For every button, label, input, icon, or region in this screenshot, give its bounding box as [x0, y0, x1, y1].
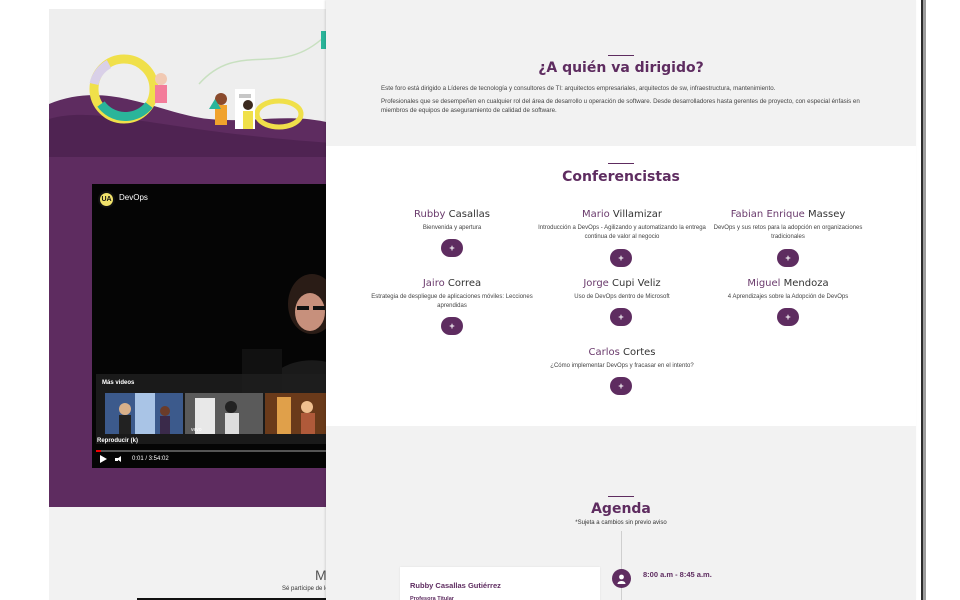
speaker-talk: Estrategia de despliegue de aplicaciones…: [371, 294, 533, 309]
speaker-talk: Introducción a DevOps - Agilizando y aut…: [538, 225, 706, 240]
speaker-card: Fabian Enrique Massey DevOps y sus retos…: [703, 209, 873, 242]
speaker-name[interactable]: Jorge Cupi Veliz: [537, 278, 707, 289]
speaker-talk: ¿Cómo implementar DevOps y fracasar en e…: [550, 363, 694, 369]
speaker-first-name: Miguel: [747, 278, 781, 289]
speaker-last-name: Casallas: [448, 209, 490, 220]
speaker-card: Rubby Casallas Bienvenida y apertura: [367, 209, 537, 233]
speaker-details-button[interactable]: +: [777, 308, 799, 326]
speaker-last-name: Correa: [447, 278, 482, 289]
video-thumbnail-2[interactable]: vevo: [185, 393, 263, 434]
video-thumbnail-3[interactable]: [265, 393, 332, 434]
audience-section: ¿A quién va dirigido? Este foro está dir…: [326, 0, 916, 146]
window-edge-shadow: [923, 0, 926, 600]
screenshot-stage: UA DevOps Más videos vevo Reproducir (k)…: [0, 0, 960, 600]
video-progress-bar[interactable]: [96, 450, 332, 452]
audience-paragraph-1: Este foro está dirigido a Líderes de tec…: [381, 85, 776, 92]
agenda-time: 8:00 a.m - 8:45 a.m.: [643, 570, 712, 579]
play-icon[interactable]: [100, 455, 107, 463]
speaker-frame: [242, 274, 332, 394]
more-videos-label: Más videos: [102, 380, 135, 386]
speaker-talk: Uso de DevOps dentro de Microsoft: [574, 294, 670, 300]
speaker-card: Jorge Cupi Veliz Uso de DevOps dentro de…: [537, 278, 707, 302]
user-icon: [612, 569, 631, 588]
speaker-talk: 4 Aprendizajes sobre la Adopción de DevO…: [727, 294, 849, 300]
title-rule: [608, 163, 634, 164]
speaker-card: Carlos Cortes ¿Cómo implementar DevOps y…: [537, 347, 707, 371]
audience-paragraph-2: Profesionales que se desempeñen en cualq…: [381, 98, 860, 114]
speaker-details-button[interactable]: +: [610, 249, 632, 267]
hero-artwork: [49, 9, 349, 157]
speaker-first-name: Mario: [581, 209, 610, 220]
speaker-name[interactable]: Carlos Cortes: [537, 347, 707, 358]
back-window: UA DevOps Más videos vevo Reproducir (k)…: [49, 9, 349, 600]
title-rule: [608, 55, 634, 56]
speaker-name[interactable]: Fabian Enrique Massey: [703, 209, 873, 220]
speaker-last-name: Cupi Veliz: [612, 278, 661, 289]
speaker-details-button[interactable]: +: [777, 249, 799, 267]
speaker-card: Miguel Mendoza 4 Aprendizajes sobre la A…: [703, 278, 873, 302]
video-progress-fill: [96, 450, 101, 452]
play-shortcut-label: Reproducir (k): [97, 438, 139, 444]
audience-title: ¿A quién va dirigido?: [538, 60, 704, 76]
speaker-first-name: Carlos: [588, 347, 620, 358]
speaker-last-name: Villamizar: [612, 209, 663, 220]
speaker-name[interactable]: Miguel Mendoza: [703, 278, 873, 289]
speaker-details-button[interactable]: +: [610, 308, 632, 326]
speaker-details-button[interactable]: +: [441, 317, 463, 335]
speaker-last-name: Mendoza: [783, 278, 829, 289]
speaker-first-name: Jairo: [422, 278, 445, 289]
agenda-item-card[interactable]: Rubby Casallas Gutiérrez Profesora Titul…: [400, 567, 600, 600]
front-window: ¿A quién va dirigido? Este foro está dir…: [326, 0, 916, 600]
video-time: 0:01 / 3:54:02: [132, 456, 169, 462]
agenda-speaker-role: Profesora Titular: [410, 596, 454, 600]
speakers-title: Conferencistas: [562, 169, 680, 185]
agenda-title: Agenda: [591, 501, 651, 517]
speaker-card: Jairo Correa Estrategia de despliegue de…: [367, 278, 537, 311]
speakers-section: Conferencistas Rubby Casallas Bienvenida…: [326, 146, 916, 426]
window-edge: [918, 0, 926, 600]
agenda-timeline: [621, 531, 622, 600]
lower-section-subtitle: Sé partícipe de lo: [282, 586, 329, 592]
speaker-details-button[interactable]: +: [441, 239, 463, 257]
user-glyph: [617, 574, 626, 584]
speaker-last-name: Massey: [808, 209, 846, 220]
speaker-details-button[interactable]: +: [610, 377, 632, 395]
speaker-talk: Bienvenida y apertura: [422, 225, 482, 231]
speaker-first-name: Rubby: [414, 209, 446, 220]
speaker-first-name: Jorge: [583, 278, 609, 289]
agenda-subtitle: *Sujeta a cambios sin previo aviso: [575, 520, 667, 526]
speaker-name[interactable]: Mario Villamizar: [537, 209, 707, 220]
speaker-talk: DevOps y sus retos para la adopción en o…: [713, 225, 863, 240]
lower-section-heading: M: [315, 567, 327, 583]
speaker-last-name: Cortes: [623, 347, 656, 358]
video-thumbnail-1[interactable]: [105, 393, 183, 434]
video-controls: 0:01 / 3:54:02: [100, 455, 169, 463]
video-player[interactable]: UA DevOps Más videos vevo Reproducir (k)…: [92, 184, 332, 468]
volume-icon[interactable]: [115, 455, 124, 463]
channel-logo[interactable]: UA: [98, 191, 115, 208]
hero-illustration: [49, 9, 349, 157]
speaker-first-name: Fabian Enrique: [730, 209, 805, 220]
title-rule: [608, 496, 634, 497]
speaker-name[interactable]: Rubby Casallas: [367, 209, 537, 220]
video-title[interactable]: DevOps: [119, 193, 148, 202]
agenda-speaker-name: Rubby Casallas Gutiérrez: [410, 581, 501, 590]
speaker-card: Mario Villamizar Introducción a DevOps -…: [537, 209, 707, 242]
speaker-name[interactable]: Jairo Correa: [367, 278, 537, 289]
vevo-label: vevo: [191, 427, 202, 433]
